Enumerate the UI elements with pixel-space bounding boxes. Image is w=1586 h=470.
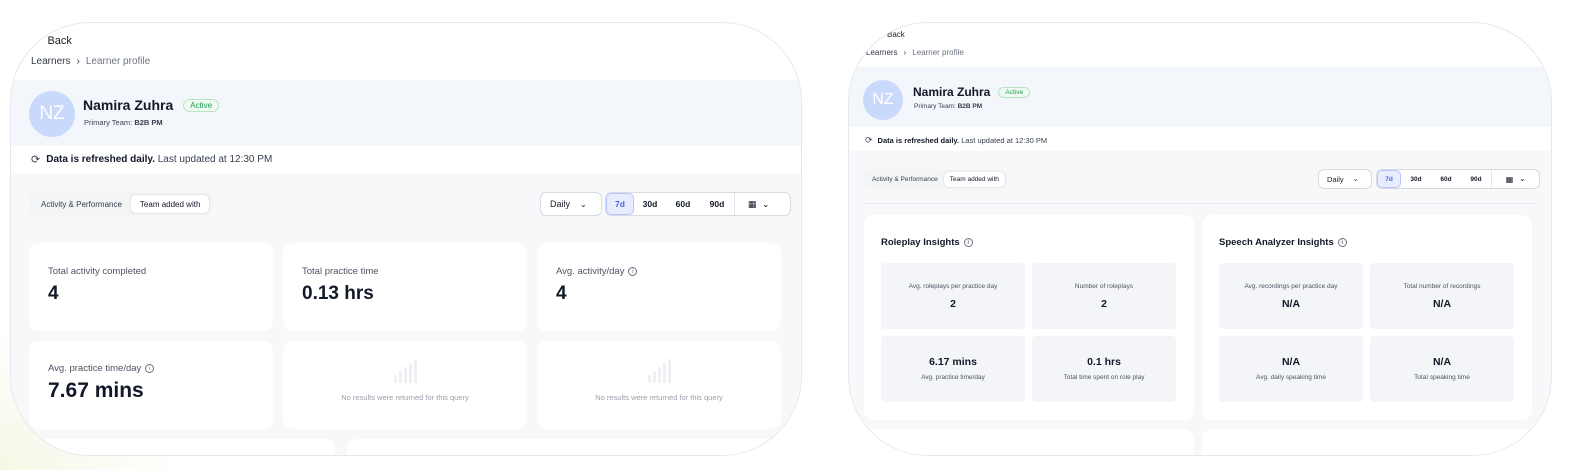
profile-header: NZ Namira Zuhra Active Primary Team: B2B… <box>849 67 1551 127</box>
granularity-select[interactable]: Daily ⌄ <box>1318 169 1372 189</box>
divider <box>864 203 1538 204</box>
roleplay-tile-number: Number of roleplays 2 <box>1032 263 1176 329</box>
granularity-select[interactable]: Daily ⌄ <box>540 192 602 216</box>
back-label: Back <box>47 35 72 47</box>
speech-tile-total-recordings: Total number of recordings N/A <box>1370 263 1514 329</box>
learner-name: Namira Zuhra <box>913 85 991 99</box>
info-icon[interactable]: i <box>145 364 155 373</box>
granularity-value: Daily <box>1327 174 1344 184</box>
back-link[interactable]: ⌐ Back <box>33 35 72 47</box>
range-60d[interactable]: 60d <box>666 193 700 215</box>
bar-chart-icon <box>391 357 419 383</box>
learner-profile-panel-activity: ⌐ Back Learners › Learner profile NZ Nam… <box>10 22 802 456</box>
primary-team: Primary Team: B2B PM <box>84 118 163 127</box>
learner-profile-panel-insights: Back Learners › Learner profile NZ Namir… <box>848 22 1552 456</box>
tab-team-added-with[interactable]: Team added with <box>943 171 1005 187</box>
range-60d[interactable]: 60d <box>1431 170 1461 188</box>
chevron-down-icon: ⌄ <box>1519 176 1526 183</box>
back-link[interactable]: Back <box>887 30 905 39</box>
range-30d[interactable]: 30d <box>634 193 666 215</box>
learner-name: Namira Zuhra <box>83 97 174 113</box>
calendar-icon: ▦ <box>747 198 757 209</box>
range-7d[interactable]: 7d <box>1377 170 1401 188</box>
stat-card-avg-practice-time: Avg. practice time/day i 7.67 mins <box>29 341 273 429</box>
chevron-down-icon: ⌄ <box>580 199 587 209</box>
roleplay-insights-title: Roleplay Insights i <box>881 237 973 248</box>
stat-value: 4 <box>556 283 567 304</box>
stat-card-avg-activity-day: Avg. activity/day i 4 <box>537 243 781 331</box>
breadcrumb: Learners › Learner profile <box>31 56 150 67</box>
speech-tile-total-speaking: N/A Total speaking time <box>1370 336 1514 402</box>
avatar: NZ <box>29 91 75 137</box>
partial-card <box>347 439 787 455</box>
info-icon[interactable]: i <box>1337 238 1347 247</box>
calendar-icon: ▦ <box>1505 174 1514 184</box>
empty-state-text: No results were returned for this query <box>595 393 723 402</box>
tab-team-added-with[interactable]: Team added with <box>130 195 210 213</box>
breadcrumb-current: Learner profile <box>912 48 964 57</box>
refresh-notice: ⟳ Data is refreshed daily. Last updated … <box>865 135 1048 145</box>
bar-chart-icon <box>645 357 673 383</box>
speech-analyzer-insights-card: Speech Analyzer Insights i Avg. recording… <box>1202 215 1532 420</box>
stat-label: Avg. activity/day i <box>556 266 638 277</box>
breadcrumb-learners[interactable]: Learners <box>31 56 70 67</box>
breadcrumb-current: Learner profile <box>85 56 151 67</box>
status-badge: Active <box>183 98 220 112</box>
view-tabs: Activity & Performance Team added with <box>864 169 1007 189</box>
range-90d[interactable]: 90d <box>1461 170 1491 188</box>
stat-card-total-activity: Total activity completed 4 <box>29 243 273 331</box>
granularity-value: Daily <box>550 199 571 209</box>
tab-activity-performance[interactable]: Activity & Performance <box>32 195 131 213</box>
roleplay-insights-card: Roleplay Insights i Avg. roleplays per pr… <box>864 215 1194 420</box>
info-icon[interactable]: i <box>963 238 973 247</box>
avatar: NZ <box>863 80 903 120</box>
empty-chart-card: No results were returned for this query <box>283 341 527 429</box>
roleplay-tile-avg-practice-time: 6.17 mins Avg. practice time/day <box>881 336 1025 402</box>
chevron-down-icon: ⌄ <box>762 199 770 209</box>
primary-team: Primary Team: B2B PM <box>914 103 983 110</box>
stat-card-total-practice-time: Total practice time 0.13 hrs <box>283 243 527 331</box>
date-range-picker: 7d 30d 60d 90d ▦ ⌄ <box>605 192 791 216</box>
refresh-icon: ⟳ <box>31 154 41 166</box>
stat-label: Total practice time <box>302 266 379 277</box>
tab-activity-performance[interactable]: Activity & Performance <box>866 172 944 187</box>
calendar-picker-button[interactable]: ▦ ⌄ <box>1491 170 1539 188</box>
arrow-left-icon: ⌐ <box>33 35 40 47</box>
range-7d[interactable]: 7d <box>606 193 634 215</box>
roleplay-tile-total-time: 0.1 hrs Total time spent on role play <box>1032 336 1176 402</box>
stat-value: 0.13 hrs <box>302 283 374 304</box>
chevron-right-icon: › <box>903 48 907 57</box>
profile-header: NZ Namira Zuhra Active Primary Team: B2B… <box>11 80 801 146</box>
speech-tile-avg-speaking: N/A Avg. daily speaking time <box>1219 336 1363 402</box>
stat-label: Avg. practice time/day i <box>48 363 155 374</box>
info-icon[interactable]: i <box>628 267 638 276</box>
refresh-icon: ⟳ <box>865 135 873 145</box>
calendar-picker-button[interactable]: ▦ ⌄ <box>734 193 782 215</box>
breadcrumb: Learners › Learner profile <box>866 48 964 57</box>
refresh-notice: ⟳ Data is refreshed daily. Last updated … <box>31 154 273 166</box>
stat-value: 7.67 mins <box>48 379 144 402</box>
chevron-down-icon: ⌄ <box>1352 176 1359 183</box>
range-90d[interactable]: 90d <box>700 193 734 215</box>
stat-label: Total activity completed <box>48 266 147 277</box>
speech-tile-avg-recordings: Avg. recordings per practice day N/A <box>1219 263 1363 329</box>
status-badge: Active <box>998 86 1031 98</box>
stat-value: 4 <box>48 283 59 304</box>
view-tabs: Activity & Performance Team added with <box>29 192 213 216</box>
range-30d[interactable]: 30d <box>1401 170 1431 188</box>
breadcrumb-learners[interactable]: Learners <box>866 48 898 57</box>
partial-card <box>864 429 1194 455</box>
date-range-picker: 7d 30d 60d 90d ▦ ⌄ <box>1376 169 1540 189</box>
empty-chart-card: No results were returned for this query <box>537 341 781 429</box>
roleplay-tile-avg-roleplays: Avg. roleplays per practice day 2 <box>881 263 1025 329</box>
partial-card <box>29 439 335 455</box>
speech-analyzer-insights-title: Speech Analyzer Insights i <box>1219 237 1347 248</box>
empty-state-text: No results were returned for this query <box>341 393 469 402</box>
partial-card <box>1202 429 1532 455</box>
chevron-right-icon: › <box>76 56 80 67</box>
